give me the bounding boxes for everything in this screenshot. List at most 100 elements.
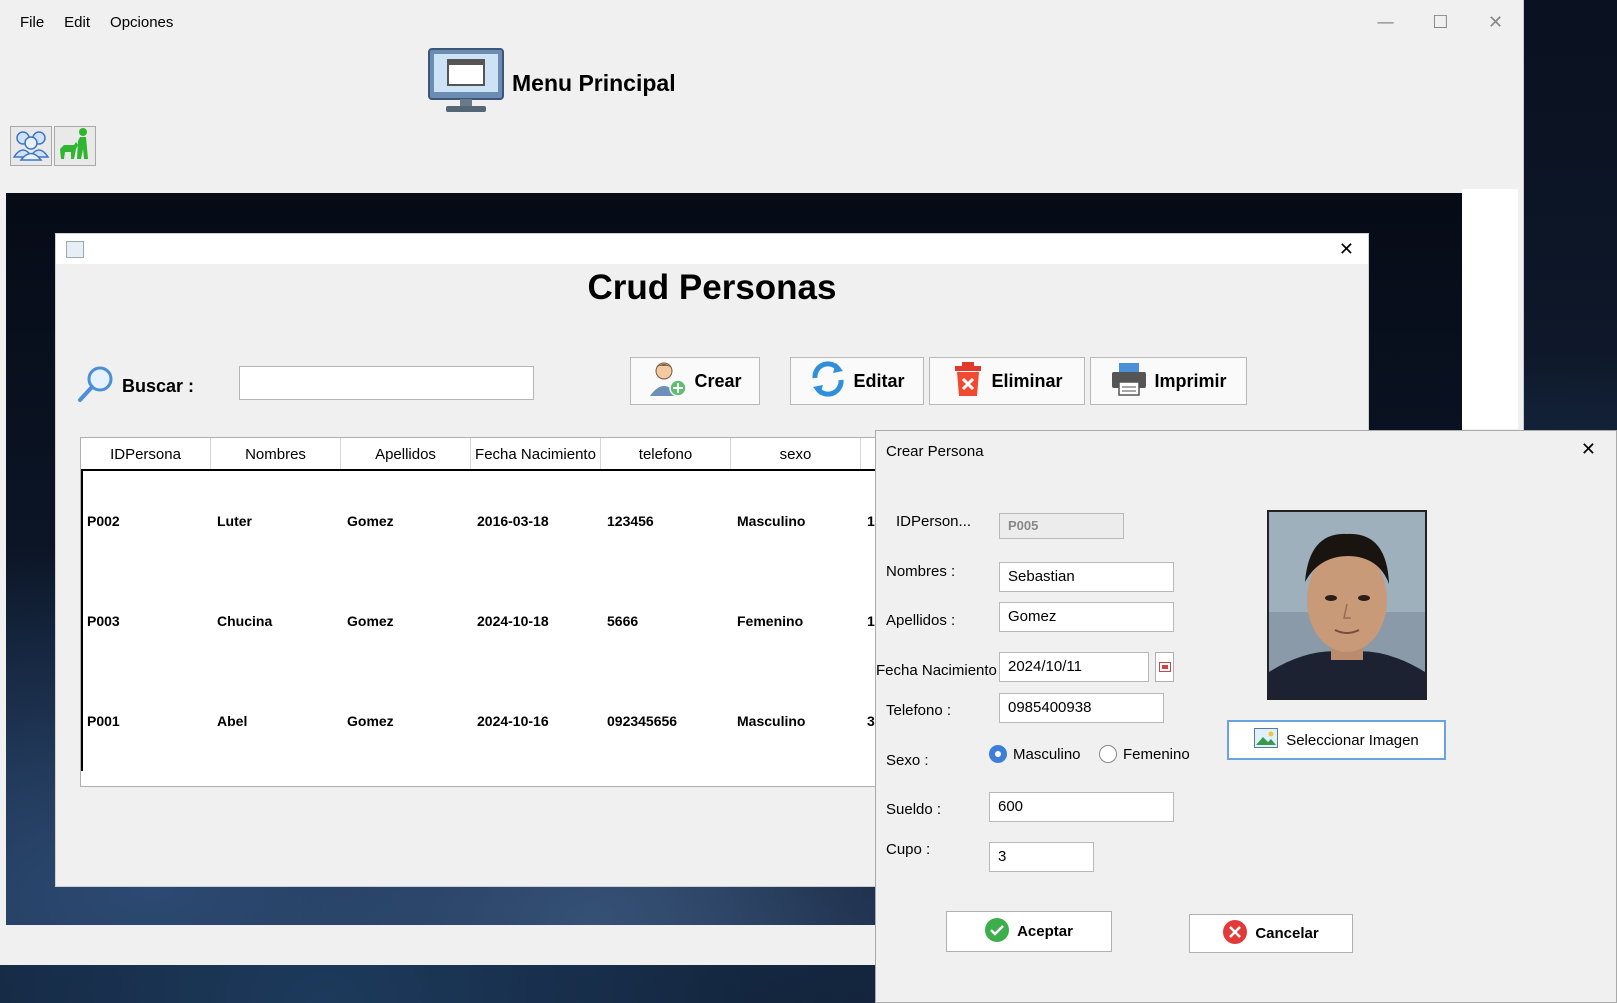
dialog-title: Crear Persona — [886, 443, 984, 460]
radio-femenino-label: Femenino — [1123, 745, 1190, 763]
id-field: P005 — [999, 513, 1124, 539]
search-row: Buscar : — [76, 364, 194, 409]
close-button[interactable]: ✕ — [1468, 0, 1523, 44]
pets-button[interactable] — [54, 126, 96, 166]
edit-button-label: Editar — [853, 370, 905, 391]
menu-options[interactable]: Opciones — [100, 14, 183, 31]
sexo-label: Sexo : — [886, 752, 929, 769]
table-cell: 092345656 — [607, 713, 678, 729]
column-header[interactable]: Nombres — [211, 438, 341, 469]
person-dog-icon — [56, 127, 94, 166]
nombres-label: Nombres : — [886, 563, 956, 580]
select-image-button[interactable]: Seleccionar Imagen — [1227, 720, 1446, 760]
select-image-label: Seleccionar Imagen — [1286, 731, 1419, 749]
page-header: Menu Principal — [428, 48, 676, 119]
create-button[interactable]: Crear — [630, 357, 760, 405]
table-cell: 2016-03-18 — [477, 513, 549, 529]
column-header[interactable]: IDPersona — [81, 438, 211, 469]
accept-button[interactable]: Aceptar — [946, 911, 1112, 952]
table-row[interactable]: P003 Chucina Gomez 2024-10-18 5666 Femen… — [81, 571, 879, 671]
print-button-label: Imprimir — [1154, 370, 1227, 391]
table-cell: Chucina — [217, 613, 273, 629]
cancel-icon — [1223, 919, 1248, 948]
create-button-label: Crear — [694, 370, 742, 391]
calendar-button[interactable] — [1155, 652, 1174, 682]
edit-button[interactable]: Editar — [790, 357, 924, 405]
column-header[interactable]: Apellidos — [341, 438, 471, 469]
id-label: IDPerson... — [896, 513, 972, 530]
search-input[interactable] — [239, 366, 534, 400]
maximize-button[interactable]: ☐ — [1413, 0, 1468, 44]
table-cell: Gomez — [347, 513, 394, 529]
add-user-icon — [648, 360, 688, 403]
search-icon — [76, 364, 116, 409]
table-cell: P002 — [87, 513, 120, 529]
apellidos-label: Apellidos : — [886, 612, 956, 629]
nombres-field[interactable]: Sebastian — [999, 562, 1174, 592]
table-cell: Abel — [217, 713, 248, 729]
table-cell: 2024-10-18 — [477, 613, 549, 629]
frame-titlebar: ✕ — [56, 234, 1368, 264]
radio-dot — [1099, 745, 1117, 763]
search-label: Buscar : — [122, 376, 195, 396]
table-cell: Masculino — [737, 713, 806, 729]
column-header[interactable]: Fecha Nacimiento — [471, 438, 601, 469]
table-cell: Masculino — [737, 513, 806, 529]
accept-button-label: Aceptar — [1017, 923, 1073, 940]
menu-file[interactable]: File — [10, 14, 54, 31]
cancel-button[interactable]: Cancelar — [1189, 914, 1353, 953]
table-cell: P001 — [87, 713, 120, 729]
cupo-field[interactable]: 3 — [989, 842, 1094, 872]
radio-dot-selected — [989, 745, 1007, 763]
table-cell: P003 — [87, 613, 120, 629]
crear-persona-dialog: Crear Persona ✕ IDPerson... P005 Nombres… — [875, 430, 1617, 1003]
menubar: File Edit Opciones — [0, 0, 1523, 44]
table-row[interactable]: P001 Abel Gomez 2024-10-16 092345656 Mas… — [81, 671, 879, 771]
table-cell: 5666 — [607, 613, 639, 629]
frame-close-button[interactable]: ✕ — [1339, 239, 1354, 260]
cancel-button-label: Cancelar — [1255, 925, 1319, 942]
minimize-button[interactable]: — — [1358, 0, 1413, 44]
side-panel — [1462, 189, 1518, 429]
apellidos-field[interactable]: Gomez — [999, 602, 1174, 632]
table-cell: 123456 — [607, 513, 654, 529]
dialog-close-button[interactable]: ✕ — [1581, 439, 1596, 460]
menu-edit[interactable]: Edit — [54, 14, 100, 31]
table-row[interactable]: P002 Luter Gomez 2016-03-18 123456 Mascu… — [81, 471, 879, 571]
crud-title: Crud Personas — [587, 268, 837, 307]
java-icon — [66, 241, 84, 258]
personas-table: IDPersona Nombres Apellidos Fecha Nacimi… — [80, 437, 880, 787]
delete-button[interactable]: Eliminar — [929, 357, 1085, 405]
refresh-icon — [809, 360, 847, 403]
table-cell: Gomez — [347, 613, 394, 629]
telefono-label: Telefono : — [886, 702, 952, 719]
radio-masculino[interactable]: Masculino — [989, 745, 1081, 763]
table-cell: 2024-10-16 — [477, 713, 549, 729]
cupo-label: Cupo : — [886, 841, 931, 858]
window-controls: — ☐ ✕ — [1358, 0, 1523, 44]
telefono-field[interactable]: 0985400938 — [999, 693, 1164, 723]
table-cell: Gomez — [347, 713, 394, 729]
users-icon — [12, 127, 50, 166]
table-header: IDPersona Nombres Apellidos Fecha Nacimi… — [81, 438, 879, 471]
radio-femenino[interactable]: Femenino — [1099, 745, 1190, 763]
personas-button[interactable] — [10, 126, 52, 166]
table-cell: Femenino — [737, 613, 804, 629]
sueldo-field[interactable]: 600 — [989, 792, 1174, 822]
fecha-label: Fecha Nacimiento — [876, 662, 997, 679]
printer-icon — [1110, 362, 1148, 401]
check-icon — [985, 917, 1010, 946]
monitor-icon — [428, 48, 504, 119]
radio-masculino-label: Masculino — [1013, 745, 1081, 763]
image-icon — [1254, 728, 1279, 752]
delete-button-label: Eliminar — [991, 370, 1063, 391]
calendar-icon — [1158, 659, 1171, 676]
person-photo — [1267, 510, 1427, 700]
sueldo-label: Sueldo : — [886, 801, 942, 818]
fecha-field[interactable]: 2024/10/11 — [999, 652, 1149, 682]
trash-icon — [951, 361, 985, 402]
column-header[interactable]: telefono — [601, 438, 731, 469]
column-header[interactable]: sexo — [731, 438, 861, 469]
table-cell: Luter — [217, 513, 252, 529]
print-button[interactable]: Imprimir — [1090, 357, 1247, 405]
